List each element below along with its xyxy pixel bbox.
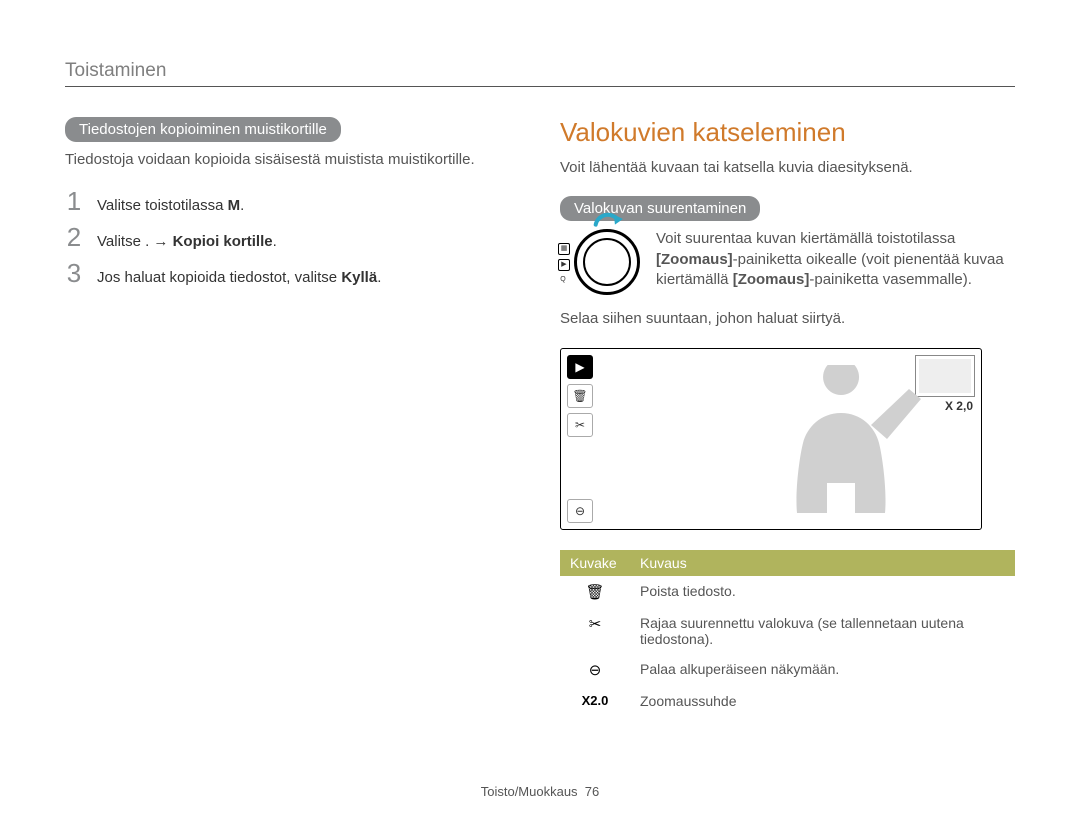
step-number: 3 <box>65 260 83 286</box>
left-intro: Tiedostoja voidaan kopioida sisäisestä m… <box>65 150 520 170</box>
icon-description-table: Kuvake Kuvaus 🗑 Poista tiedosto. ✂ Rajaa… <box>560 550 1015 716</box>
photo-preview-frame: ▶ 🗑 ✂ ⊖ X 2,0 <box>560 348 982 530</box>
table-row: ✂ Rajaa suurennettu valokuva (se tallenn… <box>560 608 1015 654</box>
zoom-text-a: Voit suurentaa kuvan kiertämällä toistot… <box>656 230 955 247</box>
th-description: Kuvaus <box>630 550 1015 576</box>
zoom-out-button[interactable]: ⊖ <box>567 499 593 523</box>
zoom-text-b: [Zoomaus] <box>656 251 733 268</box>
right-intro: Voit lähentää kuvaan tai katsella kuvia … <box>560 158 1015 178</box>
step-2-a: Valitse . → <box>97 233 173 250</box>
step-text: Jos haluat kopioida tiedostot, valitse K… <box>97 269 381 286</box>
step-3-a: Jos haluat kopioida tiedostot, valitse <box>97 269 341 286</box>
crop-button[interactable]: ✂ <box>567 413 593 437</box>
row-desc: Palaa alkuperäiseen näkymään. <box>630 654 1015 686</box>
zoom-text-e: -painiketta vasemmalle). <box>809 271 972 288</box>
row-desc: Zoomaussuhde <box>630 686 1015 716</box>
step-3: 3 Jos haluat kopioida tiedostot, valitse… <box>65 260 520 286</box>
left-column: Tiedostojen kopioiminen muistikortille T… <box>65 117 520 716</box>
zoom-dial-diagram: ▦ ▶ Q <box>560 229 638 295</box>
step-1: 1 Valitse toistotilassa M. <box>65 188 520 214</box>
th-icon: Kuvake <box>560 550 630 576</box>
step-1-a: Valitse toistotilassa <box>97 197 228 214</box>
step-1-mode: M <box>228 197 241 214</box>
step-2-b: Kopioi kortille <box>173 233 273 250</box>
zoom-scroll-hint: Selaa siihen suuntaan, johon haluat siir… <box>560 309 1015 329</box>
section-title-viewing-photos: Valokuvien katseleminen <box>560 117 1015 148</box>
table-row: X2.0 Zoomaussuhde <box>560 686 1015 716</box>
trash-icon: 🗑 <box>560 576 630 608</box>
step-number: 2 <box>65 224 83 250</box>
page-number: 76 <box>585 784 599 799</box>
play-button[interactable]: ▶ <box>567 355 593 379</box>
step-3-c: . <box>377 269 381 286</box>
table-row: 🗑 Poista tiedosto. <box>560 576 1015 608</box>
table-row: ⊖ Palaa alkuperäiseen näkymään. <box>560 654 1015 686</box>
step-text: Valitse . → Kopioi kortille. <box>97 233 277 250</box>
tiny-play-icon: ▶ <box>558 259 570 271</box>
step-text: Valitse toistotilassa M. <box>97 197 244 214</box>
tiny-grid-icon: ▦ <box>558 243 570 255</box>
child-silhouette-icon <box>741 365 941 530</box>
row-desc: Rajaa suurennettu valokuva (se tallennet… <box>630 608 1015 654</box>
zoom-ratio-readout: X 2,0 <box>945 399 973 413</box>
step-2: 2 Valitse . → Kopioi kortille. <box>65 224 520 250</box>
row-desc: Poista tiedosto. <box>630 576 1015 608</box>
footer-section: Toisto/Muokkaus <box>481 784 578 799</box>
pill-copy-files: Tiedostojen kopioiminen muistikortille <box>65 117 341 142</box>
zoom-text-d: [Zoomaus] <box>733 271 810 288</box>
tiny-zoom-icon: Q <box>558 275 568 285</box>
preview-sidebar: ▶ 🗑 ✂ <box>567 355 593 437</box>
zoom-instruction-row: ▦ ▶ Q Voit suurentaa kuvan kiertämällä t… <box>560 229 1015 295</box>
right-column: Valokuvien katseleminen Voit lähentää ku… <box>560 117 1015 716</box>
page-footer: Toisto/Muokkaus 76 <box>0 784 1080 799</box>
step-number: 1 <box>65 188 83 214</box>
zoom-ratio-label: X2.0 <box>560 686 630 716</box>
step-1-c: . <box>240 197 244 214</box>
step-2-c: . <box>273 233 277 250</box>
crop-icon: ✂ <box>560 608 630 654</box>
zoom-instruction-text: Voit suurentaa kuvan kiertämällä toistot… <box>656 229 1015 290</box>
rotate-arrow-icon <box>590 207 624 231</box>
delete-button[interactable]: 🗑 <box>567 384 593 408</box>
zoom-reset-icon: ⊖ <box>560 654 630 686</box>
zoom-dial-icon <box>574 229 640 295</box>
page-header: Toistaminen <box>65 60 1015 82</box>
steps-list: 1 Valitse toistotilassa M. 2 Valitse . →… <box>65 188 520 286</box>
step-3-b: Kyllä <box>341 269 377 286</box>
header-rule <box>65 86 1015 87</box>
